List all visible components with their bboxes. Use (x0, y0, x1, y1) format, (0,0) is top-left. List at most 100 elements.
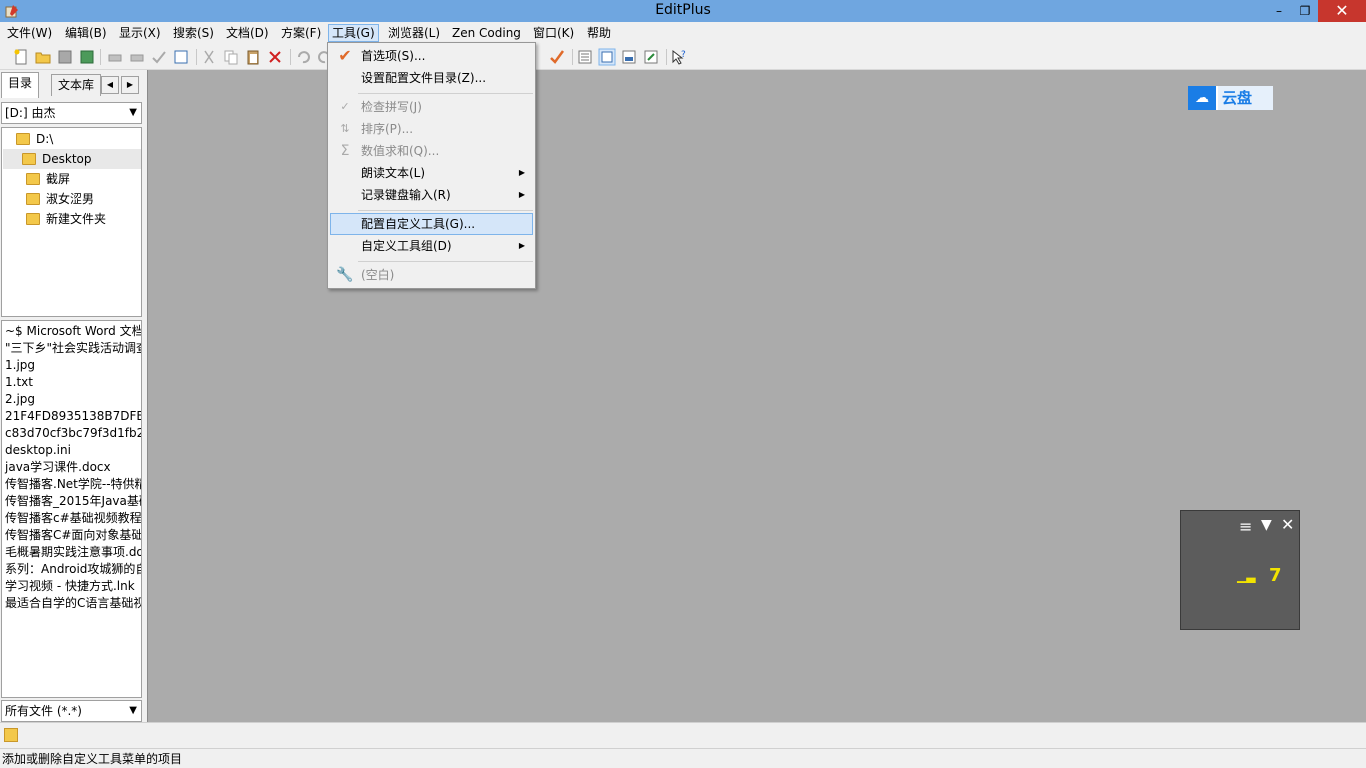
floating-widget: ≡ ▼ ✕ ▁▃ 7 (1180, 510, 1300, 630)
output-window-icon[interactable] (620, 48, 638, 66)
save-icon[interactable] (56, 48, 74, 66)
tree-item-folder[interactable]: 淑女涩男 (26, 189, 94, 209)
fullscreen-icon[interactable] (642, 48, 660, 66)
tree-item-desktop[interactable]: Desktop (3, 149, 141, 169)
menu-project[interactable]: 方案(F) (278, 25, 324, 43)
menu-item-sum[interactable]: Σ 数值求和(Q)... (330, 140, 533, 162)
line-numbers-icon[interactable] (576, 48, 594, 66)
tab-scroll-left-icon[interactable]: ◀ (101, 76, 119, 94)
list-item[interactable]: 学习视频 - 快捷方式.lnk (2, 578, 141, 595)
list-item[interactable]: 毛概暑期实践注意事项.doc (2, 544, 141, 561)
new-file-icon[interactable] (12, 48, 30, 66)
status-bar: 添加或删除自定义工具菜单的项目 (0, 748, 1366, 768)
list-item[interactable]: 2.jpg (2, 391, 141, 408)
folder-open-icon (22, 153, 36, 165)
menu-help[interactable]: 帮助 (584, 25, 614, 43)
copy-icon[interactable] (222, 48, 240, 66)
list-item[interactable]: "三下乡"社会实践活动调查 (2, 340, 141, 357)
help-pointer-icon[interactable]: ? (670, 48, 688, 66)
tree-item-folder[interactable]: 截屏 (26, 169, 70, 189)
menu-tools[interactable]: 工具(G) (328, 24, 379, 42)
open-folder-icon[interactable] (34, 48, 52, 66)
undo-icon[interactable] (294, 48, 312, 66)
menu-icon[interactable]: ≡ (1239, 517, 1252, 536)
signal-bars-icon: ▁▃ (1237, 569, 1256, 583)
close-button[interactable]: ✕ (1318, 0, 1366, 22)
svg-text:?: ? (681, 50, 686, 60)
window-title: EditPlus (655, 2, 711, 18)
tab-cliptext[interactable]: 文本库 (51, 74, 102, 96)
folder-icon (26, 173, 40, 185)
tree-item-folder[interactable]: 新建文件夹 (26, 209, 106, 229)
list-item[interactable]: 最适合自学的C语言基础视 (2, 595, 141, 612)
cut-icon[interactable] (200, 48, 218, 66)
menu-item-spell-check[interactable]: ✓ 检查拼写(J) (330, 96, 533, 118)
list-item[interactable]: 21F4FD8935138B7DFB9 (2, 408, 141, 425)
list-item[interactable]: 系列：Android攻城狮的自 (2, 561, 141, 578)
directory-window-icon[interactable] (598, 48, 616, 66)
folder-tree[interactable]: D:\ Desktop 截屏 淑女涩男 新建文件夹 (1, 127, 142, 317)
list-item[interactable]: desktop.ini (2, 442, 141, 459)
check-icon[interactable] (548, 48, 566, 66)
tab-directory[interactable]: 目录 (1, 72, 40, 98)
menu-item-empty[interactable]: 🔧 (空白) (330, 264, 533, 286)
list-item[interactable]: java学习课件.docx (2, 459, 141, 476)
cloud-drive-button[interactable]: ☁ 云盘 (1188, 86, 1273, 110)
menu-separator (358, 210, 533, 211)
list-item[interactable]: 传智播客C#面向对象基础 (2, 527, 141, 544)
spell-check-icon[interactable] (150, 48, 168, 66)
sigma-icon: Σ (340, 143, 350, 159)
menu-separator (358, 261, 533, 262)
menu-bar: 文件(W) 编辑(B) 显示(X) 搜索(S) 文档(D) 方案(F) 工具(G… (0, 22, 1366, 44)
list-item[interactable]: 1.txt (2, 374, 141, 391)
paste-icon[interactable] (244, 48, 262, 66)
drive-select[interactable]: [D:] 由杰 ▼ (1, 102, 142, 124)
save-all-icon[interactable] (78, 48, 96, 66)
document-selector-icon[interactable] (172, 48, 190, 66)
folder-icon (26, 213, 40, 225)
print-icon[interactable] (106, 48, 124, 66)
toolbar-separator (666, 49, 667, 65)
menu-item-user-tool-group[interactable]: 自定义工具组(D) ▶ (330, 235, 533, 257)
file-list[interactable]: ~$ Microsoft Word 文档 "三下乡"社会实践活动调查 1.jpg… (1, 320, 142, 698)
close-icon[interactable]: ✕ (1281, 515, 1294, 534)
list-item[interactable]: 传智播客.Net学院--特供精 (2, 476, 141, 493)
tree-item-drive[interactable]: D:\ (16, 129, 53, 149)
menu-view[interactable]: 显示(X) (116, 25, 164, 43)
menu-item-preferences[interactable]: ✔ 首选项(S)... (330, 45, 533, 67)
wrench-icon: 🔧 (336, 267, 354, 283)
file-filter-select[interactable]: 所有文件 (*.*) ▼ (1, 700, 142, 722)
menu-item-record-keys[interactable]: 记录键盘输入(R) ▶ (330, 184, 533, 206)
submenu-arrow-icon: ▶ (518, 190, 525, 199)
menu-item-config-dir[interactable]: 设置配置文件目录(Z)... (330, 67, 533, 89)
print-preview-icon[interactable] (128, 48, 146, 66)
menu-document[interactable]: 文档(D) (223, 25, 272, 43)
spell-check-icon: ✓ (340, 100, 350, 113)
menu-file[interactable]: 文件(W) (4, 25, 55, 43)
submenu-arrow-icon: ▶ (518, 241, 525, 250)
cloud-label: 云盘 (1218, 86, 1273, 110)
triangle-down-icon[interactable]: ▼ (1261, 517, 1272, 533)
tab-scroll-right-icon[interactable]: ▶ (121, 76, 139, 94)
menu-zen-coding[interactable]: Zen Coding (449, 25, 524, 43)
toolbar: ? (0, 44, 1366, 70)
menu-item-config-user-tools[interactable]: 配置自定义工具(G)... (330, 213, 533, 235)
folder-icon[interactable] (4, 728, 18, 742)
status-text: 添加或删除自定义工具菜单的项目 (2, 752, 183, 766)
list-item[interactable]: 传智播客_2015年Java基础 (2, 493, 141, 510)
menu-edit[interactable]: 编辑(B) (62, 25, 110, 43)
menu-item-read-text[interactable]: 朗读文本(L) ▶ (330, 162, 533, 184)
menu-window[interactable]: 窗口(K) (530, 25, 577, 43)
toolbar-separator (572, 49, 573, 65)
list-item[interactable]: 传智播客c#基础视频教程 (2, 510, 141, 527)
menu-separator (358, 93, 533, 94)
restore-button[interactable]: ❐ (1290, 0, 1320, 22)
list-item[interactable]: 1.jpg (2, 357, 141, 374)
list-item[interactable]: c83d70cf3bc79f3d1fb20 (2, 425, 141, 442)
menu-browser[interactable]: 浏览器(L) (385, 25, 443, 43)
list-item[interactable]: ~$ Microsoft Word 文档 (2, 323, 141, 340)
menu-item-sort[interactable]: ⇅ 排序(P)... (330, 118, 533, 140)
menu-search[interactable]: 搜索(S) (170, 25, 217, 43)
delete-icon[interactable] (266, 48, 284, 66)
folder-icon (26, 193, 40, 205)
